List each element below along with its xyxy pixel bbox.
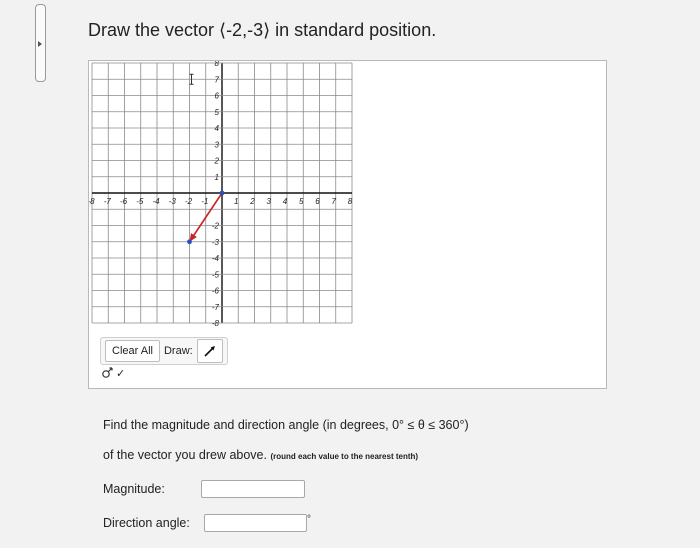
x-tick-label: -2 (185, 197, 193, 206)
expand-arrow-icon[interactable] (38, 41, 42, 47)
x-tick-label: 4 (283, 197, 288, 206)
x-tick-label: -7 (104, 197, 112, 206)
vector-start-point (219, 190, 225, 196)
x-tick-label: 3 (267, 197, 272, 206)
check-mark: ✓ (116, 367, 126, 380)
x-tick-label: 8 (348, 197, 353, 206)
y-tick-label: 8 (215, 61, 220, 68)
question-text: Draw the vector ⟨-2,-3⟩ in standard posi… (88, 20, 437, 40)
degree-unit: ° (307, 514, 311, 525)
graph-toolbar: Clear All Draw: (100, 337, 228, 365)
clear-all-button[interactable]: Clear All (105, 340, 160, 362)
x-tick-label: -8 (89, 197, 95, 206)
y-tick-label: 7 (215, 75, 220, 84)
y-tick-label: -5 (212, 270, 220, 279)
x-tick-label: 1 (234, 197, 238, 206)
y-tick-label: -6 (212, 287, 220, 296)
x-tick-label: 5 (299, 197, 304, 206)
rounding-note: (round each value to the nearest tenth) (270, 452, 419, 461)
y-tick-label: 1 (215, 173, 219, 182)
prompt-line-2-text: of the vector you drew above. (103, 448, 267, 462)
ok-status-icon[interactable] (100, 366, 114, 380)
y-tick-label: -7 (212, 303, 220, 312)
direction-angle-label: Direction angle: (103, 516, 190, 530)
y-tick-label: 4 (215, 124, 220, 133)
y-tick-label: -3 (212, 238, 220, 247)
y-tick-label: -2 (212, 222, 220, 231)
prompt-line-1: Find the magnitude and direction angle (… (103, 418, 469, 432)
x-tick-label: 2 (249, 197, 255, 206)
x-tick-label: 6 (315, 197, 320, 206)
arrow-tool-icon[interactable] (196, 339, 223, 363)
x-tick-label: -4 (152, 197, 160, 206)
y-tick-label: 3 (215, 140, 220, 149)
x-tick-label: -5 (136, 197, 144, 206)
direction-angle-input[interactable] (204, 514, 307, 532)
vector-end-point (187, 239, 192, 245)
x-tick-label: 7 (332, 197, 337, 206)
draw-label: Draw: (163, 345, 193, 357)
magnitude-input[interactable] (201, 480, 305, 498)
y-tick-label: 6 (215, 92, 220, 101)
x-tick-label: -1 (201, 197, 208, 206)
y-tick-label: 5 (215, 108, 220, 117)
y-tick-label: 2 (214, 157, 220, 166)
x-tick-label: -3 (169, 197, 177, 206)
magnitude-label: Magnitude: (103, 482, 165, 496)
status-row: ✓ (100, 366, 125, 380)
prompt-line-2: of the vector you drew above. (round eac… (103, 448, 418, 462)
x-tick-label: -6 (120, 197, 128, 206)
y-tick-label: -4 (212, 254, 220, 263)
y-tick-label: -8 (212, 319, 220, 328)
